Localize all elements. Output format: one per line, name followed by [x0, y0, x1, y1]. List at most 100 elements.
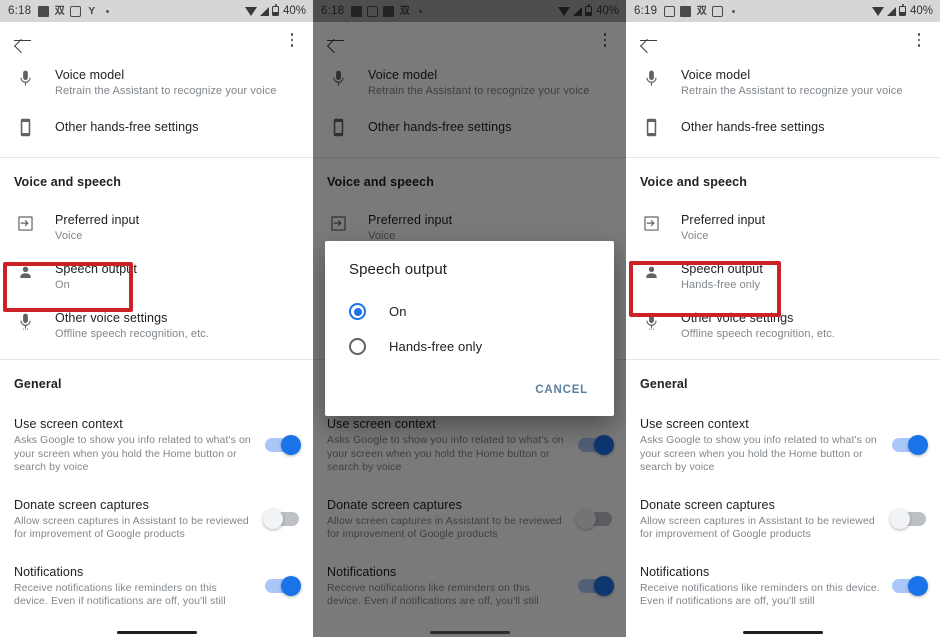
- radio-option-hands-free-only[interactable]: Hands-free only: [325, 329, 614, 364]
- list-item-title: Speech output: [55, 262, 137, 276]
- battery-percent: 40%: [282, 5, 306, 17]
- section-header-voice-and-speech: Voice and speech: [640, 175, 748, 189]
- toggle-notifications[interactable]: [265, 576, 301, 596]
- list-item-title: Voice model: [55, 68, 125, 82]
- back-arrow-icon[interactable]: [639, 30, 659, 50]
- radio-option-on[interactable]: On: [325, 294, 614, 329]
- radio-selected-icon[interactable]: [349, 303, 366, 320]
- list-item-subtitle: Offline speech recognition, etc.: [55, 328, 210, 340]
- input-arrow-icon: [14, 212, 36, 233]
- section-header-voice-and-speech: Voice and speech: [14, 175, 122, 189]
- section-header-general: General: [14, 377, 62, 391]
- list-item-title: Voice model: [681, 68, 751, 82]
- toggle-donate-screen-captures[interactable]: [890, 509, 926, 529]
- y-icon: Y: [88, 5, 96, 17]
- list-item-subtitle: Hands-free only: [681, 279, 761, 291]
- microphone-icon: [14, 67, 36, 88]
- list-item-title: Speech output: [681, 262, 763, 276]
- list-item-preferred-input[interactable]: Preferred input Voice: [626, 203, 940, 252]
- photo-icon: [664, 5, 676, 17]
- list-item-other-voice-settings[interactable]: Other voice settings Offline speech reco…: [626, 301, 940, 350]
- list-item-title: Preferred input: [681, 213, 766, 227]
- toggle-donate-screen-captures[interactable]: [263, 509, 299, 529]
- status-time: 6:18: [8, 5, 32, 17]
- list-item-speech-output[interactable]: Speech output On: [0, 252, 313, 301]
- phone-screen-3: 6:19 双 40% Voice model Retrain the Assis…: [626, 0, 940, 637]
- speech-output-dialog: Speech output On Hands-free only CANCEL: [325, 241, 614, 416]
- status-time: 6:19: [634, 5, 658, 17]
- app-bar: [0, 22, 313, 58]
- dot-icon: [106, 9, 110, 13]
- list-item-title: Other hands-free settings: [55, 120, 199, 134]
- camera-icon: [712, 5, 724, 17]
- list-item-title: Other voice settings: [681, 311, 794, 325]
- signal-icon: [886, 6, 896, 16]
- list-item-subtitle: Retrain the Assistant to recognize your …: [681, 85, 903, 97]
- phone-screen-2: 6:18 双 40%: [313, 0, 626, 637]
- overflow-menu-icon[interactable]: [911, 30, 927, 50]
- setting-subtitle: Receive notifications like reminders on …: [640, 581, 880, 608]
- setting-title: Use screen context: [640, 417, 749, 431]
- list-item-subtitle: Retrain the Assistant to recognize your …: [55, 85, 277, 97]
- radio-unselected-icon[interactable]: [349, 338, 366, 355]
- input-arrow-icon: [640, 212, 662, 233]
- microphone-icon: [640, 310, 662, 331]
- list-item-subtitle: Voice: [681, 230, 709, 242]
- setting-title: Notifications: [640, 564, 710, 579]
- status-notification-icons: 双 Y: [38, 5, 110, 17]
- setting-subtitle: Asks Google to show you info related to …: [14, 434, 251, 473]
- status-bar: 6:18 双 Y 40%: [0, 0, 313, 22]
- toggle-notifications[interactable]: [892, 576, 928, 596]
- setting-title: Donate screen captures: [14, 497, 149, 512]
- phone-screen-1: 6:18 双 Y 40% Voice model Retrain the Ass…: [0, 0, 313, 637]
- setting-subtitle: Allow screen captures in Assistant to be…: [14, 514, 249, 541]
- section-header-general: General: [640, 377, 688, 391]
- toggle-use-screen-context[interactable]: [265, 435, 301, 456]
- photo-icon: [38, 5, 50, 17]
- battery-percent: 40%: [909, 5, 933, 17]
- settings-list: Voice model Retrain the Assistant to rec…: [0, 58, 313, 620]
- setting-use-screen-context[interactable]: Use screen context Asks Google to show y…: [626, 405, 940, 486]
- phone-icon: [14, 116, 36, 137]
- list-item-other-hands-free-settings[interactable]: Other hands-free settings: [0, 107, 313, 146]
- radio-option-label: Hands-free only: [389, 339, 483, 354]
- setting-notifications[interactable]: Notifications Receive notifications like…: [0, 552, 313, 620]
- list-item-speech-output[interactable]: Speech output Hands-free only: [626, 252, 940, 301]
- wifi-icon: [871, 6, 884, 16]
- setting-donate-screen-captures[interactable]: Donate screen captures Allow screen capt…: [626, 485, 940, 553]
- dialog-title: Speech output: [349, 261, 448, 278]
- microphone-icon: [640, 67, 662, 88]
- setting-title: Use screen context: [14, 417, 123, 431]
- phone-icon: [640, 116, 662, 137]
- list-item-title: Other voice settings: [55, 311, 168, 325]
- gesture-nav-bar[interactable]: [0, 627, 313, 637]
- person-icon: [640, 261, 662, 282]
- microphone-icon: [14, 310, 36, 331]
- app-bar: [626, 22, 940, 58]
- list-item-other-hands-free-settings[interactable]: Other hands-free settings: [626, 107, 940, 146]
- setting-notifications[interactable]: Notifications Receive notifications like…: [626, 552, 940, 620]
- list-item-voice-model[interactable]: Voice model Retrain the Assistant to rec…: [0, 58, 313, 107]
- status-bar: 6:19 双 40%: [626, 0, 940, 22]
- list-item-preferred-input[interactable]: Preferred input Voice: [0, 203, 313, 252]
- settings-list: Voice model Retrain the Assistant to rec…: [626, 58, 940, 620]
- list-item-title: Preferred input: [55, 213, 140, 227]
- gesture-nav-bar[interactable]: [626, 627, 940, 637]
- status-system-icons: 40%: [244, 4, 306, 17]
- overflow-menu-icon[interactable]: [284, 30, 300, 50]
- status-system-icons: 40%: [871, 4, 933, 17]
- running-icon: 双: [54, 5, 65, 17]
- dialog-actions: CANCEL: [325, 364, 614, 412]
- setting-donate-screen-captures[interactable]: Donate screen captures Allow screen capt…: [0, 485, 313, 553]
- setting-use-screen-context[interactable]: Use screen context Asks Google to show y…: [0, 405, 313, 486]
- setting-subtitle: Asks Google to show you info related to …: [640, 434, 877, 473]
- list-item-voice-model[interactable]: Voice model Retrain the Assistant to rec…: [626, 58, 940, 107]
- toggle-use-screen-context[interactable]: [892, 435, 928, 456]
- setting-title: Donate screen captures: [640, 497, 775, 512]
- cancel-button[interactable]: CANCEL: [527, 378, 596, 402]
- list-item-subtitle: Offline speech recognition, etc.: [681, 328, 836, 340]
- list-item-other-voice-settings[interactable]: Other voice settings Offline speech reco…: [0, 301, 313, 350]
- signal-icon: [259, 6, 269, 16]
- back-arrow-icon[interactable]: [13, 30, 33, 50]
- photo-icon: [680, 5, 692, 17]
